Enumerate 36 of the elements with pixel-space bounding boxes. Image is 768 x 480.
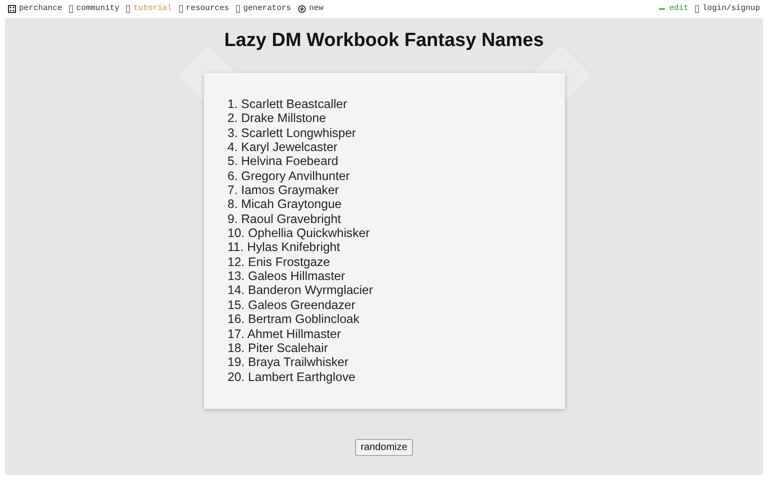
- nav-link[interactable]: generators: [236, 4, 292, 13]
- nav-link[interactable]: login/signup: [695, 4, 760, 13]
- nav-link[interactable]: community: [69, 4, 120, 13]
- nav-link[interactable]: edit: [658, 4, 688, 13]
- name-item: 8. Micah Graytongue: [228, 197, 342, 212]
- name-item: 19. Braya Trailwhisker: [228, 355, 348, 370]
- name-item: 7. Iamos Graymaker: [228, 183, 339, 198]
- name-item: 13. Galeos Hillmaster: [228, 269, 346, 284]
- name-item: 2. Drake Millstone: [228, 111, 326, 126]
- glyph-icon: [69, 4, 74, 12]
- name-item: 17. Ahmet Hillmaster: [228, 326, 341, 341]
- glyph-icon: [695, 4, 700, 12]
- randomize-button[interactable]: randomize: [354, 439, 414, 456]
- name-item: 15. Galeos Greendazer: [228, 298, 356, 312]
- nav-link[interactable]: perchance: [8, 4, 62, 13]
- page-title: Lazy DM Workbook Fantasy Names: [224, 30, 544, 52]
- name-item: 4. Karyl Jewelcaster: [228, 140, 338, 154]
- name-item: 10. Ophellia Quickwhisker: [228, 226, 370, 240]
- name-item: 3. Scarlett Longwhisper: [228, 126, 356, 140]
- name-item: 18. Piter Scalehair: [228, 340, 328, 356]
- glyph-icon: [126, 4, 130, 12]
- name-item: 11. Hylas Knifebright: [228, 240, 340, 255]
- plus-circle-icon: [298, 4, 306, 12]
- name-item: 12. Enis Frostgaze: [228, 254, 330, 270]
- name-item: 9. Raoul Gravebright: [228, 212, 341, 226]
- dice-icon: [8, 4, 16, 12]
- glyph-icon: [236, 4, 240, 12]
- nav-link[interactable]: new: [298, 4, 324, 13]
- name-item: 5. Helvina Foebeard: [228, 154, 338, 169]
- name-item: 1. Scarlett Beastcaller: [228, 97, 348, 112]
- glyph-icon: [178, 4, 183, 12]
- nav-link[interactable]: resources: [178, 4, 230, 13]
- name-item: 6. Gregory Anvilhunter: [228, 168, 350, 184]
- name-item: 16. Bertram Goblincloak: [228, 312, 360, 326]
- name-item: 14. Banderon Wyrmglacier: [228, 283, 373, 298]
- name-item: 20. Lambert Earthglove: [228, 370, 356, 384]
